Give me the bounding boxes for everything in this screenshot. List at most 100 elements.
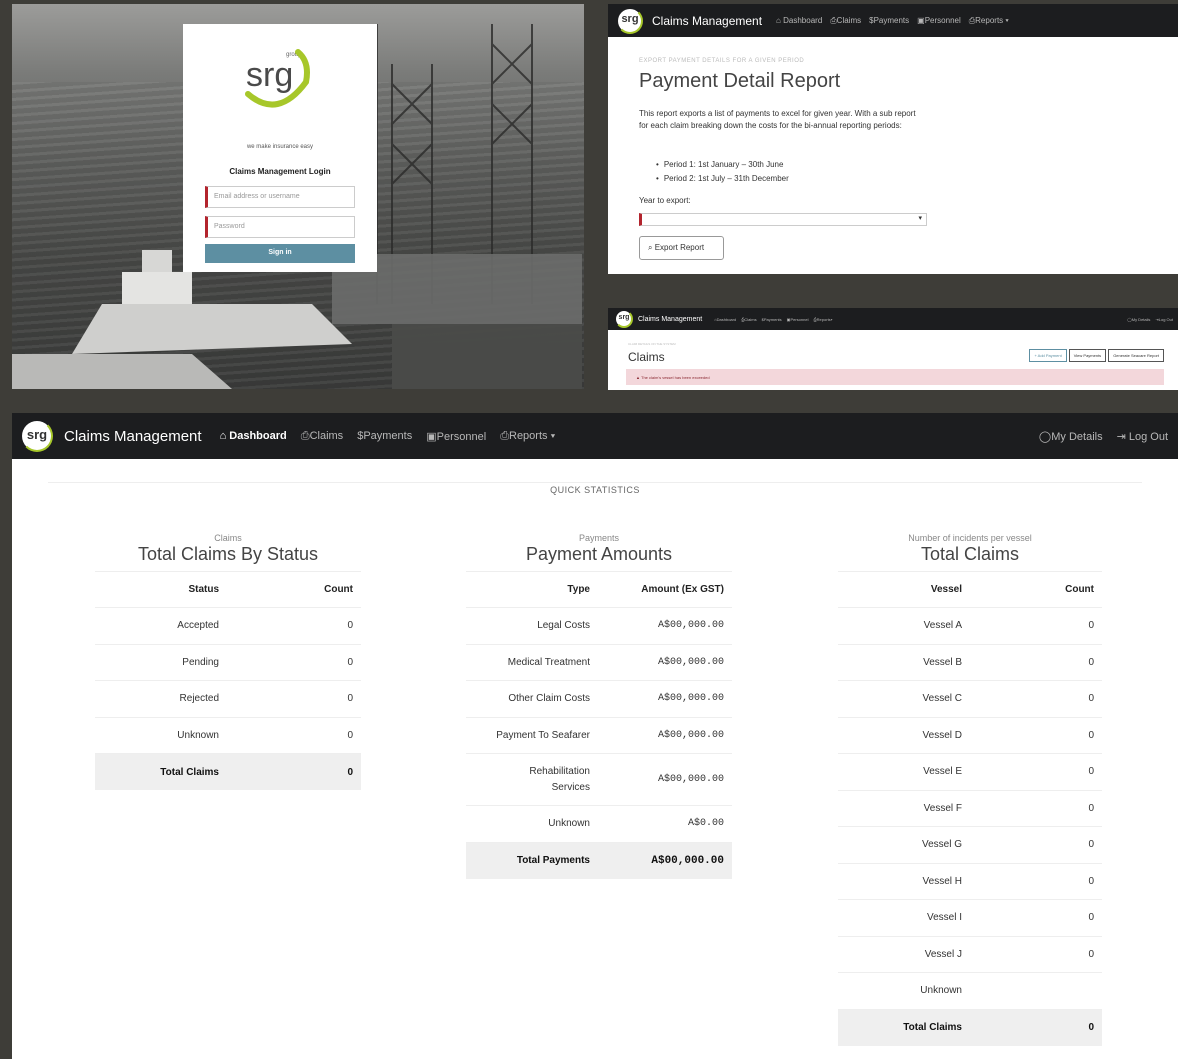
nav-dashboard[interactable]: ⌂ Dashboard: [776, 16, 822, 25]
table-row: Unknown A$0.00: [466, 805, 732, 842]
nav-payments[interactable]: $Payments: [762, 317, 782, 322]
total-label: Total Claims: [838, 1008, 962, 1046]
type-cell: Unknown: [466, 805, 590, 842]
chevron-down-icon: ▾: [918, 215, 922, 222]
vessel-cell: Unknown: [838, 972, 962, 1009]
nav-reports[interactable]: ⎙Reports ▾: [500, 430, 555, 443]
logo-text: srg: [246, 56, 293, 94]
nav-dashboard[interactable]: ⌂Dashboard: [714, 317, 736, 322]
total-row: Total Claims 0: [838, 1008, 1102, 1046]
brand-name[interactable]: Claims Management: [64, 428, 202, 445]
nav-reports[interactable]: ⎙Reports ▾: [969, 16, 1009, 26]
home-icon: ⌂: [219, 430, 227, 442]
vessel-cell: Vessel B: [838, 643, 962, 681]
nav-reports[interactable]: ⎙Reports▾: [813, 317, 832, 322]
nav-payments[interactable]: $Payments: [357, 430, 412, 442]
count-cell: 0: [962, 826, 1102, 863]
username-input[interactable]: Email address or username: [205, 186, 355, 208]
nav-my-details[interactable]: ◯My Details: [1127, 317, 1150, 322]
card-subtitle: Payments: [578, 533, 620, 543]
table-row: Vessel A0: [838, 607, 1102, 644]
amount-cell: A$00,000.00: [590, 753, 732, 806]
type-cell: Medical Treatment: [466, 643, 590, 681]
card-title: Total Claims By Status: [137, 544, 319, 564]
nav-log-out[interactable]: ⇥Log Out: [1155, 317, 1173, 322]
vessel-cell: Vessel H: [838, 862, 962, 900]
column-header: Vessel: [838, 571, 962, 608]
nav-log-out[interactable]: ⇥ Log Out: [1117, 430, 1168, 443]
table-header-row: Status Count: [95, 571, 361, 608]
person-card-icon: ▣: [426, 430, 437, 443]
table-row: Vessel I0: [838, 899, 1102, 936]
amount-cell: A$00,000.00: [590, 607, 732, 644]
count-cell: 0: [219, 716, 361, 754]
srg-logo-icon[interactable]: srg: [617, 7, 643, 34]
status-cell: Pending: [95, 643, 219, 681]
count-cell: 0: [219, 643, 361, 681]
chevron-down-icon: ▾: [1005, 15, 1009, 25]
count-cell: 0: [962, 680, 1102, 717]
export-report-button[interactable]: ⌕ Export Report: [639, 236, 724, 260]
login-card: srg group we make insurance easy Claims …: [183, 24, 377, 272]
brand-name[interactable]: Claims Management: [652, 14, 762, 28]
amount-cell: A$00,000.00: [590, 680, 732, 717]
page-title: Payment Detail Report: [639, 70, 841, 92]
nav-payments[interactable]: $Payments: [869, 16, 909, 25]
report-kicker: EXPORT PAYMENT DETAILS FOR A GIVEN PERIO…: [639, 58, 805, 64]
srg-logo-icon[interactable]: srg: [615, 310, 633, 328]
navbar: srg Claims Management ⌂ Dashboard ⎙Claim…: [608, 4, 1178, 37]
count-cell: [962, 972, 1102, 1009]
nav-personnel[interactable]: ▣Personnel: [426, 430, 486, 443]
claims-page-panel: srg Claims Management ⌂Dashboard ⎙Claims…: [608, 308, 1178, 390]
table-row: Vessel H0: [838, 862, 1102, 900]
column-header: Type: [466, 571, 590, 608]
logout-icon: ⇥: [1116, 430, 1126, 443]
nav-personnel[interactable]: ▣Personnel: [917, 16, 961, 25]
table-row: Unknown: [838, 972, 1102, 1009]
count-cell: 0: [962, 862, 1102, 900]
login-tagline: we make insurance easy: [246, 144, 314, 150]
vessel-cell: Vessel D: [838, 716, 962, 754]
vessel-cell: Vessel A: [838, 607, 962, 644]
count-cell: 0: [962, 643, 1102, 681]
claims-toolbar: + Add Payment View Payments Generate Sea…: [1029, 349, 1164, 362]
vessel-cell: Vessel G: [838, 826, 962, 863]
column-header: Amount (Ex GST): [590, 571, 732, 608]
table-row: Pending 0: [95, 643, 361, 681]
generate-seacare-report-button[interactable]: Generate Seacare Report: [1108, 349, 1164, 362]
table-header-row: Vessel Count: [838, 571, 1102, 608]
add-payment-button[interactable]: + Add Payment: [1029, 349, 1067, 362]
payment-amounts-card: Payments Payment Amounts Type Amount (Ex…: [466, 533, 732, 879]
nav-claims[interactable]: ⎙Claims: [741, 317, 756, 322]
brand-name[interactable]: Claims Management: [638, 316, 702, 323]
srg-logo: srg group: [238, 42, 318, 112]
table-header-row: Type Amount (Ex GST): [466, 571, 732, 608]
login-heading: Claims Management Login: [229, 167, 331, 176]
chevron-down-icon: ▾: [830, 316, 833, 322]
count-cell: 0: [962, 753, 1102, 790]
card-title: Total Claims: [920, 544, 1020, 564]
password-input[interactable]: Password: [205, 216, 355, 238]
amount-cell: A$00,000.00: [590, 716, 732, 754]
navbar: srg Claims Management ⌂Dashboard ⎙Claims…: [608, 308, 1178, 330]
view-payments-button[interactable]: View Payments: [1068, 349, 1107, 362]
quick-statistics-label: QUICK STATISTICS: [550, 485, 640, 495]
person-card-icon: ▣: [917, 16, 925, 25]
divider: [48, 482, 1142, 483]
total-value: 0: [962, 1008, 1102, 1046]
search-icon: ⌕: [648, 243, 653, 252]
vessel-cell: Vessel F: [838, 789, 962, 827]
table-row: Vessel J0: [838, 935, 1102, 973]
type-cell: Legal Costs: [466, 607, 590, 644]
nav-claims[interactable]: ⎙Claims: [301, 430, 343, 443]
nav-my-details[interactable]: ◯My Details: [1039, 430, 1103, 443]
year-select[interactable]: ▾: [639, 213, 927, 226]
nav-claims[interactable]: ⎙Claims: [830, 16, 861, 26]
nav-dashboard[interactable]: ⌂ Dashboard: [220, 430, 287, 442]
table-row: Vessel B0: [838, 643, 1102, 681]
sign-in-button[interactable]: Sign in: [205, 244, 355, 263]
srg-logo-icon[interactable]: srg: [21, 420, 53, 452]
document-icon: ⎙: [300, 429, 310, 442]
status-cell: Rejected: [95, 680, 219, 717]
nav-personnel[interactable]: ▣Personnel: [787, 317, 809, 322]
